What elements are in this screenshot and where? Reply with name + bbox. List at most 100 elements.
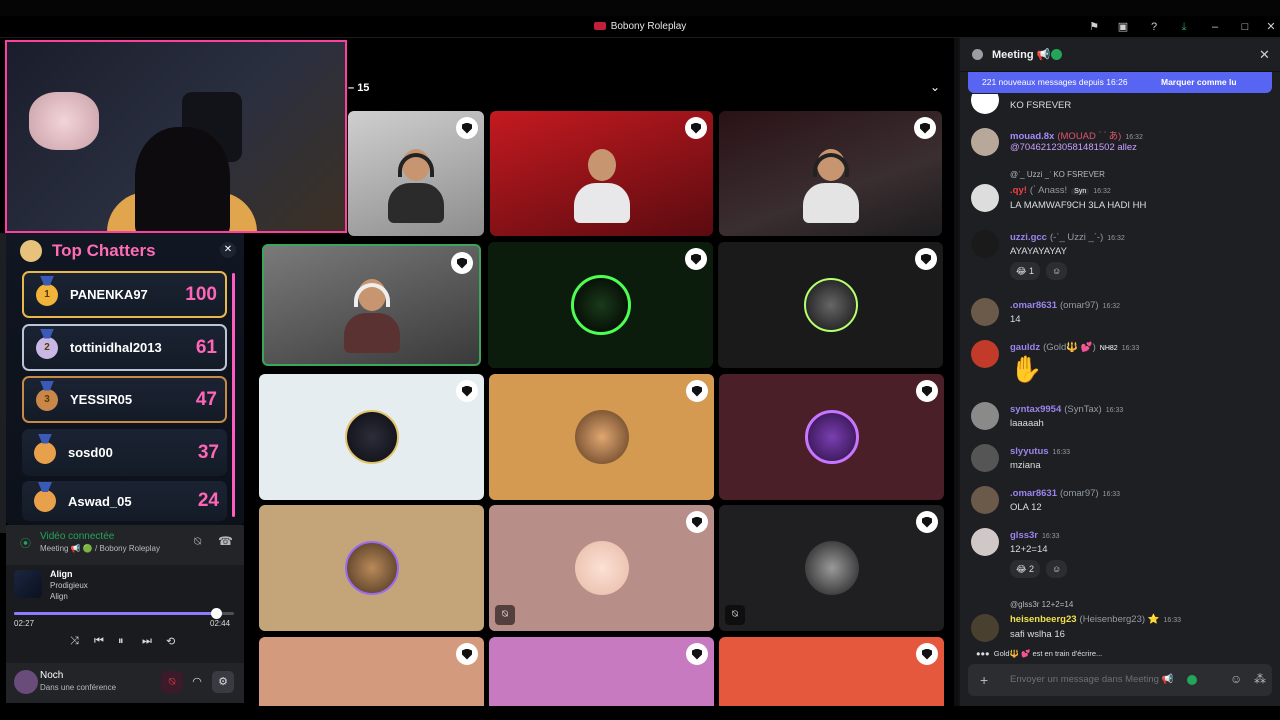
avatar-tile[interactable] bbox=[719, 637, 944, 706]
plus-icon[interactable]: + bbox=[980, 672, 988, 688]
pause-icon[interactable]: ⏸ bbox=[118, 635, 124, 648]
shield-icon[interactable] bbox=[914, 117, 936, 139]
shield-icon[interactable] bbox=[685, 248, 707, 270]
add-reaction-icon[interactable]: ☺ bbox=[1046, 262, 1068, 280]
repeat-icon[interactable]: ⟲ bbox=[166, 635, 175, 648]
chatter-row: Aswad_05 24 bbox=[22, 481, 227, 521]
avatar[interactable] bbox=[971, 94, 999, 114]
voice-channel[interactable]: Meeting 📢 🟢 / Bobony Roleplay bbox=[40, 544, 160, 553]
gear-icon[interactable]: ⚙ bbox=[212, 671, 234, 693]
shield-icon[interactable] bbox=[686, 643, 708, 665]
timestamp: 16:32 bbox=[1125, 134, 1143, 141]
avatar[interactable] bbox=[971, 230, 999, 258]
avatar-tile[interactable]: ⍉ bbox=[719, 505, 944, 631]
avatar-tile[interactable] bbox=[259, 505, 484, 631]
avatar-tile[interactable]: ⍉ bbox=[489, 505, 714, 631]
shield-icon[interactable] bbox=[686, 511, 708, 533]
message-input[interactable]: Envoyer un message dans Meeting 📢 bbox=[1010, 674, 1173, 685]
apps-icon[interactable]: ⁂ bbox=[1254, 672, 1266, 686]
scrollbar[interactable] bbox=[232, 273, 235, 517]
chevron-down-icon[interactable]: ⌄ bbox=[930, 80, 940, 94]
video-tile-speaking[interactable] bbox=[262, 244, 481, 366]
avatar[interactable] bbox=[971, 444, 999, 472]
close-window-icon[interactable]: ✕ bbox=[1263, 19, 1279, 35]
author-name[interactable]: gauldz bbox=[1010, 342, 1040, 353]
avatar[interactable] bbox=[971, 402, 999, 430]
shield-icon[interactable] bbox=[451, 252, 473, 274]
avatar[interactable] bbox=[971, 340, 999, 368]
avatar-tile[interactable] bbox=[489, 374, 714, 500]
maximize-icon[interactable]: □ bbox=[1237, 19, 1253, 35]
avatar[interactable] bbox=[971, 128, 999, 156]
username[interactable]: Noch bbox=[40, 670, 63, 681]
progress-handle[interactable] bbox=[211, 608, 223, 619]
new-messages-count[interactable]: 221 nouveaux messages depuis 16:26 bbox=[982, 77, 1128, 87]
inbox-icon[interactable]: ⚑ bbox=[1086, 19, 1102, 35]
video-tile[interactable] bbox=[348, 111, 484, 236]
avatar-tile[interactable] bbox=[488, 242, 713, 368]
next-icon[interactable]: ⏭ bbox=[142, 635, 152, 648]
shield-icon[interactable] bbox=[686, 380, 708, 402]
message-text: mziana bbox=[1010, 460, 1041, 471]
author-name[interactable]: glss3r bbox=[1010, 530, 1038, 541]
shuffle-icon[interactable]: ⤨ bbox=[70, 635, 79, 648]
author-name[interactable]: slyyutus bbox=[1010, 446, 1049, 457]
user-avatar bbox=[574, 410, 629, 464]
mark-as-read-button[interactable]: Marquer comme lu bbox=[1161, 77, 1237, 87]
avatar-tile[interactable] bbox=[719, 374, 944, 500]
author-name[interactable]: .omar8631 bbox=[1010, 300, 1057, 311]
new-messages-banner[interactable]: 221 nouveaux messages depuis 16:26 Marqu… bbox=[968, 72, 1272, 93]
shield-icon[interactable] bbox=[915, 248, 937, 270]
avatar-tile[interactable] bbox=[259, 637, 484, 706]
help-icon[interactable]: ? bbox=[1146, 19, 1162, 35]
noise-suppression-icon[interactable]: ⍉ bbox=[194, 534, 201, 549]
author-name[interactable]: mouad.8x bbox=[1010, 131, 1054, 142]
shield-icon[interactable] bbox=[685, 117, 707, 139]
reaction-laugh[interactable]: 😂 1 bbox=[1010, 262, 1041, 280]
video-tile[interactable] bbox=[490, 111, 713, 236]
shield-icon[interactable] bbox=[456, 380, 478, 402]
video-tile[interactable] bbox=[719, 111, 942, 236]
message-header: mouad.8x (MOUAD ᐝ ᐝ あ) 16:32 bbox=[1010, 128, 1143, 142]
mic-muted-icon[interactable]: ⍉ bbox=[161, 671, 183, 693]
reaction-laugh[interactable]: 😂 2 bbox=[1010, 560, 1041, 578]
message-header: heisenbeerg23 (Heisenberg23) ⭐ 16:33 bbox=[1010, 614, 1181, 625]
reply-preview[interactable]: @ᐝ_ Uzzi _ᐝ KO FSREVER bbox=[1010, 170, 1105, 179]
reply-preview[interactable]: @glss3r 12+2=14 bbox=[1010, 600, 1073, 609]
minimize-icon[interactable]: – bbox=[1207, 19, 1223, 35]
signal-icon[interactable]: ⦿ bbox=[20, 535, 31, 551]
author-name[interactable]: uzzi.gcc bbox=[1010, 232, 1047, 243]
previous-icon[interactable]: ⏮ bbox=[94, 635, 104, 648]
avatar[interactable] bbox=[971, 528, 999, 556]
download-icon[interactable]: ⤓ bbox=[1176, 19, 1192, 35]
shield-icon[interactable] bbox=[916, 380, 938, 402]
avatar[interactable] bbox=[971, 298, 999, 326]
shield-icon[interactable] bbox=[916, 643, 938, 665]
shield-icon[interactable] bbox=[916, 511, 938, 533]
author-name[interactable]: heisenbeerg23 bbox=[1010, 614, 1077, 625]
add-reaction-icon[interactable]: ☺ bbox=[1046, 560, 1068, 578]
shield-icon[interactable] bbox=[456, 643, 478, 665]
avatar-tile[interactable] bbox=[489, 637, 714, 706]
close-icon[interactable]: ✕ bbox=[1259, 47, 1270, 63]
close-icon[interactable]: ✕ bbox=[220, 242, 236, 258]
avatar[interactable] bbox=[971, 486, 999, 514]
author-name[interactable]: .omar8631 bbox=[1010, 488, 1057, 499]
headphones-icon[interactable]: ◠ bbox=[186, 671, 208, 693]
app-window: Bobony Roleplay ⚑ ▣ ? ⤓ – □ ✕ – 15 ⌄ ⍉ ⍉ bbox=[0, 0, 1280, 720]
screen-icon[interactable]: ▣ bbox=[1115, 19, 1131, 35]
shield-icon[interactable] bbox=[456, 117, 478, 139]
avatar[interactable] bbox=[14, 670, 38, 694]
author-name[interactable]: .qy! bbox=[1010, 185, 1027, 196]
avatar-tile[interactable] bbox=[259, 374, 484, 500]
avatar[interactable] bbox=[971, 614, 999, 642]
author-name[interactable]: syntax9954 bbox=[1010, 404, 1061, 415]
progress-bar[interactable] bbox=[14, 608, 234, 619]
avatar[interactable] bbox=[971, 184, 999, 212]
voice-status[interactable]: Vidéo connectée bbox=[40, 531, 114, 542]
disconnect-icon[interactable]: ☎ bbox=[218, 534, 233, 548]
message-composer[interactable]: + Envoyer un message dans Meeting 📢 ☺ ⁂ bbox=[968, 664, 1272, 696]
emoji-icon[interactable]: ☺ bbox=[1230, 672, 1242, 686]
message-header: .qy! (ᐝ Anass! Syn 16:32 bbox=[1010, 185, 1111, 196]
avatar-tile[interactable] bbox=[718, 242, 943, 368]
